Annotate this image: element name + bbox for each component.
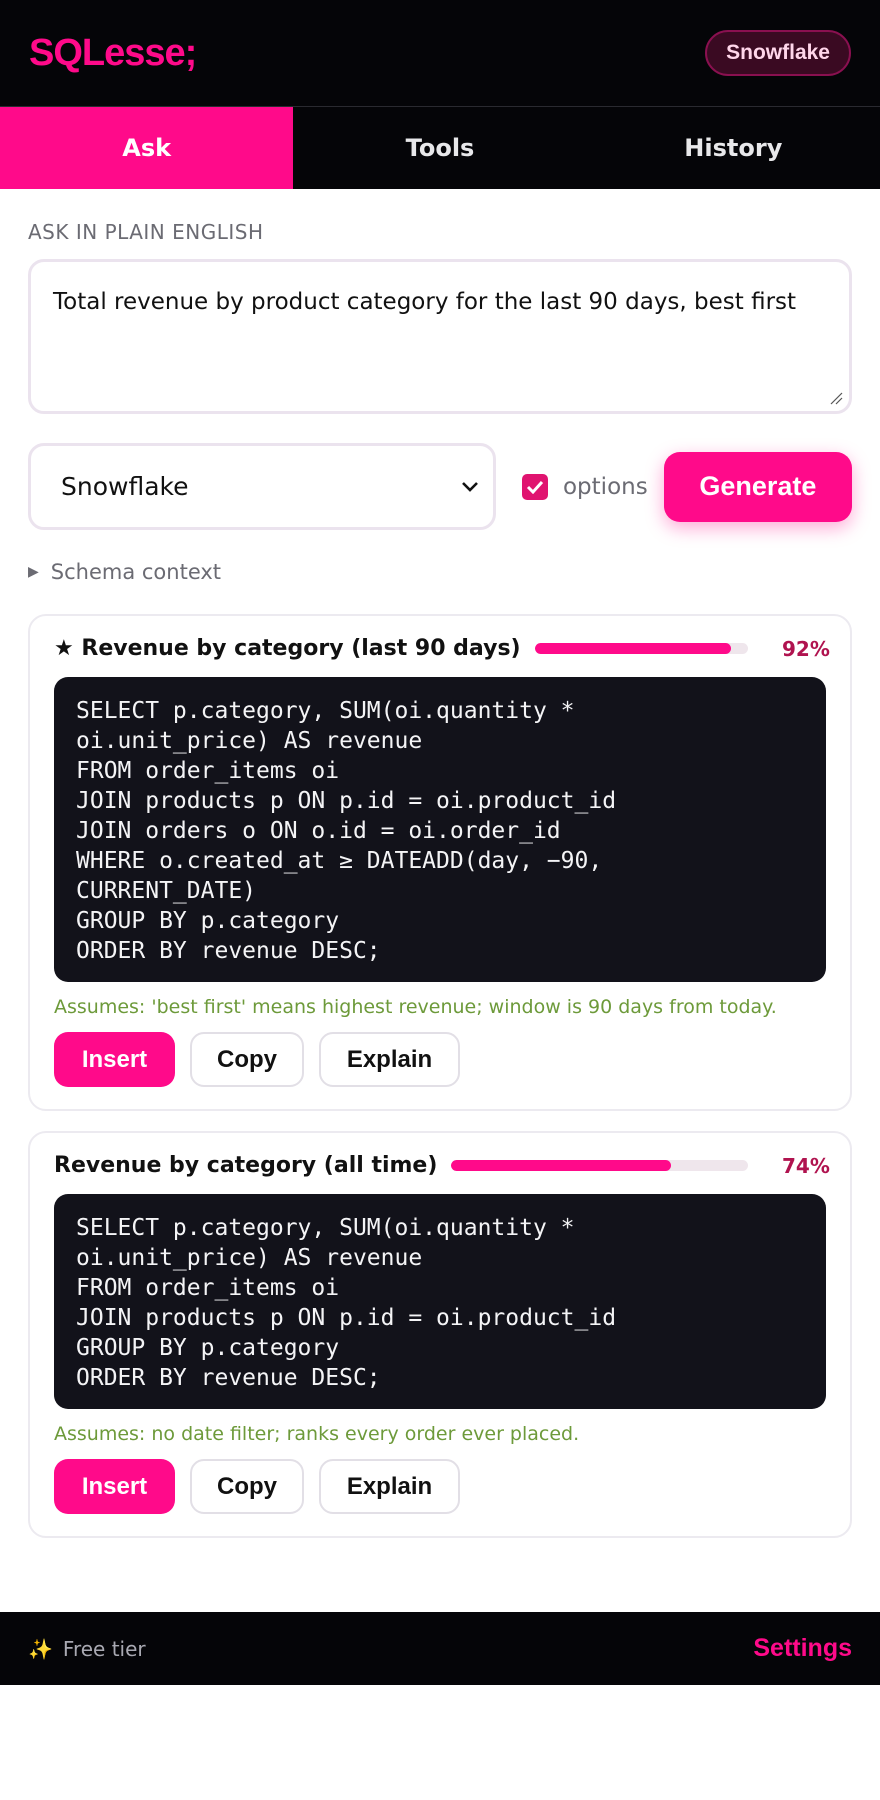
result-card: Revenue by category (all time) 74% SELEC…: [28, 1131, 852, 1538]
dialect-badge[interactable]: Snowflake: [705, 30, 851, 76]
insert-button[interactable]: Insert: [54, 1032, 175, 1087]
dialect-select[interactable]: Snowflake: [28, 443, 497, 530]
sparkles-icon: ✨: [28, 1636, 53, 1661]
chevron-down-icon: [462, 481, 479, 492]
app-footer: ✨ Free tier Settings: [0, 1612, 880, 1685]
checkmark-icon: [527, 480, 544, 494]
result-actions: Insert Copy Explain: [54, 1032, 826, 1087]
ask-section-label: ASK IN PLAIN ENGLISH: [28, 220, 264, 244]
result-actions: Insert Copy Explain: [54, 1459, 826, 1514]
explain-button[interactable]: Explain: [319, 1032, 460, 1087]
confidence-percent: 74%: [782, 1153, 830, 1178]
schema-context-label: Schema context: [50, 560, 222, 584]
confidence-bar: [534, 643, 748, 654]
result-card: ★ Revenue by category (last 90 days) 92%…: [28, 614, 852, 1111]
result-title: Revenue by category (all time): [54, 1153, 438, 1178]
sql-code-block: SELECT p.category, SUM(oi.quantity * oi.…: [54, 677, 826, 982]
tab-tools[interactable]: Tools: [293, 107, 586, 189]
insert-button[interactable]: Insert: [54, 1459, 175, 1514]
assumption-note: Assumes: no date filter; ranks every ord…: [54, 1423, 580, 1445]
tab-ask[interactable]: Ask: [0, 107, 294, 189]
tab-history[interactable]: History: [587, 107, 880, 189]
prompt-textarea[interactable]: Total revenue by product category for th…: [28, 259, 852, 414]
confidence-bar-fill: [534, 643, 731, 654]
main-content: ASK IN PLAIN ENGLISH Total revenue by pr…: [0, 220, 880, 1538]
schema-context-toggle[interactable]: ▶ Schema context: [28, 560, 852, 584]
result-title: ★ Revenue by category (last 90 days): [54, 636, 521, 661]
disclosure-triangle-icon: ▶: [28, 564, 39, 580]
tab-bar: Ask Tools History: [0, 107, 880, 189]
copy-button[interactable]: Copy: [190, 1032, 304, 1087]
dialect-select-value: Snowflake: [61, 472, 189, 501]
app-header: SQLesse; Snowflake: [0, 0, 880, 107]
confidence-bar: [451, 1160, 748, 1171]
app-logo: SQLesse;: [29, 31, 197, 74]
assumption-note: Assumes: 'best first' means highest reve…: [54, 996, 777, 1018]
options-checkbox[interactable]: [522, 473, 548, 500]
sql-code-block: SELECT p.category, SUM(oi.quantity * oi.…: [54, 1194, 826, 1409]
copy-button[interactable]: Copy: [190, 1459, 304, 1514]
tier-label: Free tier: [62, 1636, 146, 1661]
plan-tier: ✨ Free tier: [28, 1637, 146, 1661]
confidence-bar-fill: [451, 1160, 671, 1171]
options-label: options: [562, 473, 648, 500]
result-header: Revenue by category (all time) 74%: [54, 1153, 830, 1178]
prompt-text: Total revenue by product category for th…: [53, 289, 797, 315]
resize-grip-icon[interactable]: [829, 391, 843, 405]
explain-button[interactable]: Explain: [319, 1459, 460, 1514]
confidence-percent: 92%: [782, 636, 830, 661]
settings-link[interactable]: Settings: [753, 1634, 852, 1663]
generate-button[interactable]: Generate: [663, 451, 852, 522]
result-header: ★ Revenue by category (last 90 days) 92%: [54, 636, 830, 661]
generate-controls: Snowflake options Generate: [28, 443, 852, 530]
